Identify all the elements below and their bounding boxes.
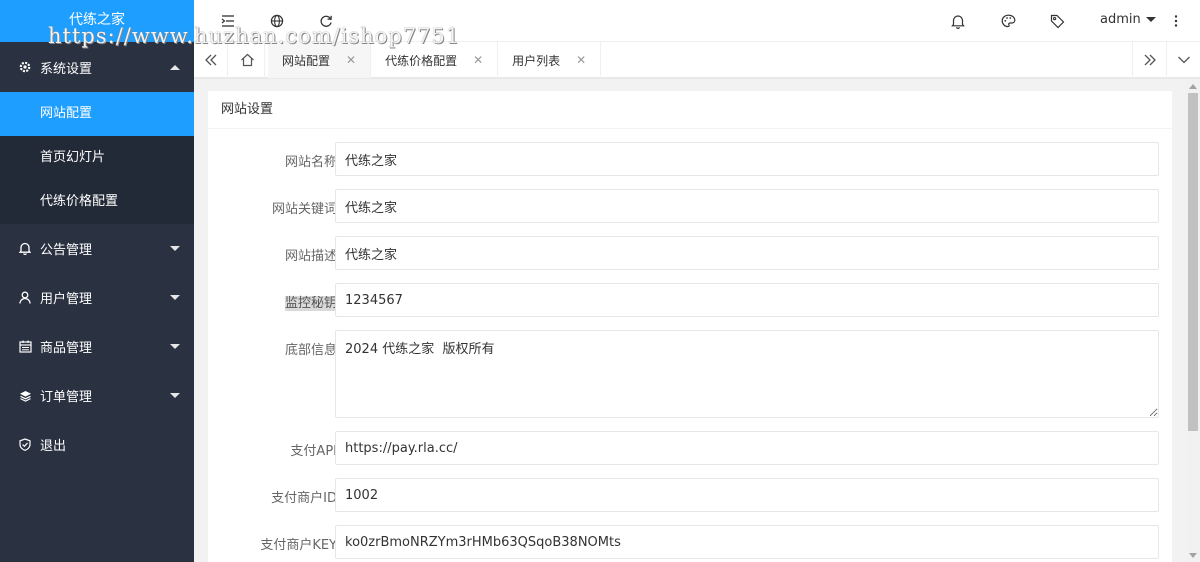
sidebar-item-label: 用户管理 [40, 292, 93, 307]
layers-icon [18, 389, 32, 403]
shield-icon [18, 438, 32, 452]
payment-api-input[interactable] [335, 431, 1159, 465]
sidebar-item-users[interactable]: 用户管理 [0, 273, 194, 322]
tag-icon[interactable] [1048, 12, 1066, 30]
chevron-down-icon [170, 393, 180, 398]
sidebar-item-orders[interactable]: 订单管理 [0, 371, 194, 420]
tab-label: 网站配置 [282, 53, 331, 68]
sidebar-item-label: 商品管理 [40, 341, 93, 356]
menu-collapse-icon[interactable] [219, 12, 237, 30]
sidebar-item-logout[interactable]: 退出 [0, 420, 194, 469]
bell-icon [18, 242, 32, 256]
field-label: 支付商户ID [271, 491, 337, 506]
field-label: 支付商户KEY [260, 538, 337, 553]
card-title: 网站设置 [208, 91, 1172, 129]
user-menu[interactable]: admin [1100, 12, 1156, 27]
sidebar-item-products[interactable]: 商品管理 [0, 322, 194, 371]
sidebar-item-label: 公告管理 [40, 243, 93, 258]
tab-label: 用户列表 [512, 53, 561, 68]
sidebar-subitem-site-config[interactable]: 网站配置 [0, 92, 194, 136]
field-label: 底部信息 [284, 343, 337, 358]
chevron-down-icon [170, 246, 180, 251]
scrollbar[interactable] [1186, 79, 1200, 562]
sidebar-subitem-home-slides[interactable]: 首页幻灯片 [0, 136, 194, 180]
sidebar-item-label: 订单管理 [40, 390, 93, 405]
main-content: 网站设置 网站名称 网站关键词 网站描述 监控秘钥 底部信息 2024 代练之家… [194, 79, 1186, 562]
tab-price-config[interactable]: 代练价格配置 ✕ [371, 42, 499, 78]
field-label: 网站名称 [284, 155, 337, 170]
gear-icon [18, 60, 32, 74]
sidebar-item-announcements[interactable]: 公告管理 [0, 224, 194, 273]
site-keywords-input[interactable] [335, 189, 1159, 223]
scroll-up-arrow-icon[interactable] [1189, 84, 1197, 89]
field-label: 支付API [290, 444, 337, 459]
site-name-input[interactable] [335, 142, 1159, 176]
monitor-key-input[interactable] [335, 283, 1159, 317]
footer-info-textarea[interactable]: 2024 代练之家 版权所有 [335, 330, 1159, 418]
more-vertical-icon[interactable] [1167, 12, 1185, 30]
sidebar-item-label: 退出 [40, 439, 67, 454]
tab-label: 代练价格配置 [385, 53, 458, 68]
tabs-scroll-left-icon[interactable] [194, 42, 228, 78]
chevron-up-icon [170, 64, 180, 70]
tabs-scroll-right-icon[interactable] [1132, 42, 1166, 78]
sidebar-item-system-settings[interactable]: 系统设置 [0, 42, 194, 92]
notification-bell-icon[interactable] [949, 12, 967, 30]
tab-list: 网站配置 ✕ 代练价格配置 ✕ 用户列表 ✕ [268, 42, 602, 78]
chevron-down-icon [170, 295, 180, 300]
merchant-id-input[interactable] [335, 478, 1159, 512]
sidebar-subitem-price-config[interactable]: 代练价格配置 [0, 180, 194, 224]
username: admin [1100, 12, 1141, 27]
scrollbar-thumb[interactable] [1188, 93, 1198, 431]
site-description-input[interactable] [335, 236, 1159, 270]
tab-site-config[interactable]: 网站配置 ✕ [268, 42, 372, 78]
theme-palette-icon[interactable] [999, 12, 1017, 30]
field-label-text: 监控秘钥 [284, 296, 337, 311]
scroll-down-arrow-icon[interactable] [1189, 553, 1197, 558]
globe-icon[interactable] [268, 12, 286, 30]
chevron-down-icon [1145, 17, 1156, 22]
submenu-system-settings: 网站配置 首页幻灯片 代练价格配置 [0, 92, 194, 224]
tab-user-list[interactable]: 用户列表 ✕ [498, 42, 602, 78]
field-label: 监控秘钥 [228, 292, 337, 311]
refresh-icon[interactable] [317, 12, 335, 30]
close-icon[interactable]: ✕ [576, 53, 586, 67]
field-label: 网站关键词 [271, 202, 337, 217]
close-icon[interactable]: ✕ [473, 53, 483, 67]
close-icon[interactable]: ✕ [346, 53, 356, 67]
tabs-menu-chevron-down-icon[interactable] [1166, 42, 1200, 78]
chevron-down-icon [170, 344, 180, 349]
app-logo[interactable]: 代练之家 [0, 0, 194, 42]
field-label: 网站描述 [284, 249, 337, 264]
home-icon[interactable] [231, 42, 265, 78]
calendar-icon [18, 340, 32, 354]
merchant-key-input[interactable] [335, 525, 1159, 559]
top-header: admin [194, 0, 1200, 42]
sidebar-item-label: 系统设置 [40, 61, 93, 77]
tabs-bar: 网站配置 ✕ 代练价格配置 ✕ 用户列表 ✕ [194, 42, 1200, 78]
settings-card: 网站设置 网站名称 网站关键词 网站描述 监控秘钥 底部信息 2024 代练之家… [208, 91, 1172, 562]
user-icon [18, 291, 32, 305]
sidebar: 代练之家 系统设置 网站配置 首页幻灯片 代练价格配置 公告管理 用户管理 商品… [0, 0, 194, 562]
